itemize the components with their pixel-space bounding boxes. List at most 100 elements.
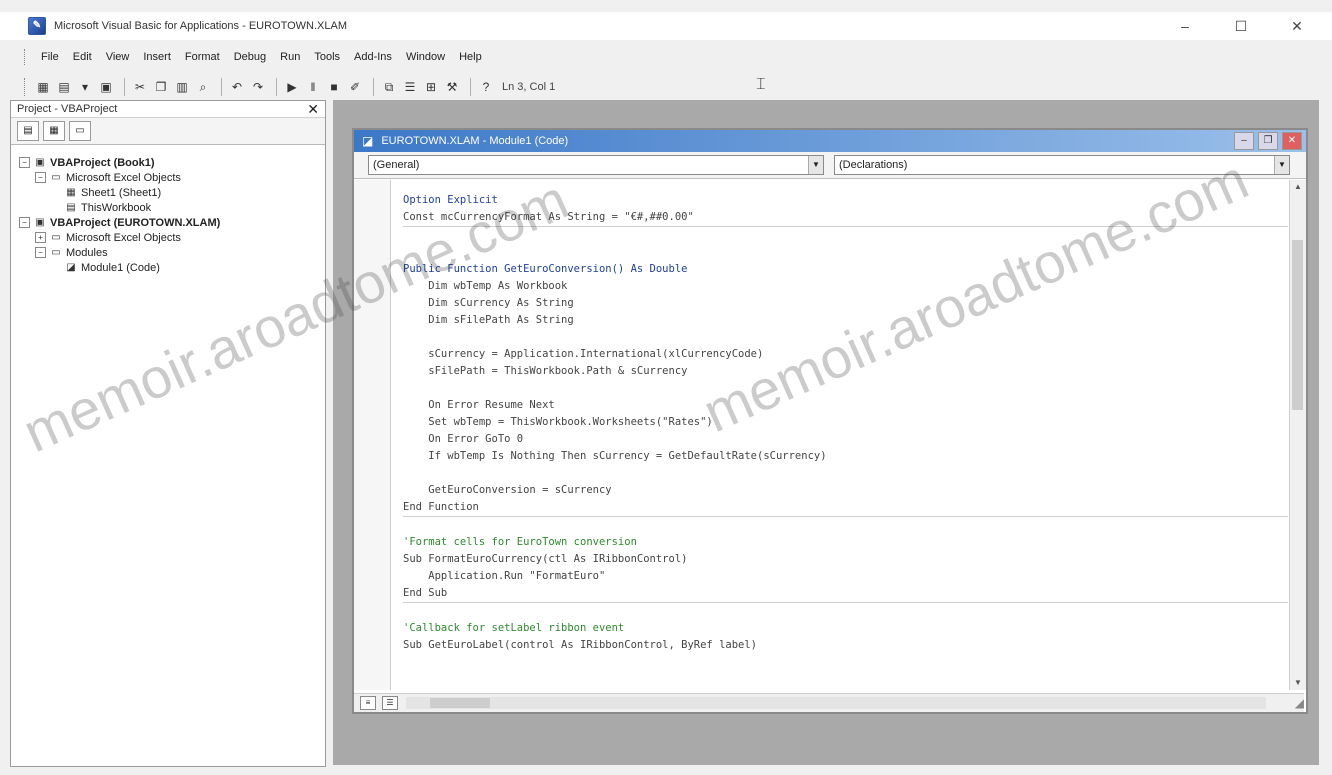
view-object-button[interactable]: ▦ (43, 121, 65, 141)
properties-icon[interactable]: ☰ (401, 78, 419, 96)
scroll-down-icon[interactable]: ▼ (1290, 676, 1306, 690)
size-grip-icon[interactable]: ◢ (1295, 696, 1304, 710)
code-minimize-button[interactable]: – (1234, 132, 1254, 150)
tree-node-vbaproject-book1[interactable]: − ▣ VBAProject (Book1) (19, 155, 325, 170)
toolbox-icon[interactable]: ⚒ (443, 78, 461, 96)
chevron-down-icon[interactable]: ▼ (1274, 156, 1289, 174)
tree-node-thisworkbook[interactable]: ▤ ThisWorkbook (19, 200, 325, 215)
code-line[interactable] (403, 380, 1288, 397)
view-code-button[interactable]: ▤ (17, 121, 39, 141)
close-button[interactable]: ✕ (1284, 16, 1310, 36)
code-line[interactable]: sCurrency = Application.International(xl… (403, 346, 1288, 363)
code-line[interactable]: Sub FormatEuroCurrency(ctl As IRibbonCon… (403, 551, 1288, 568)
code-line[interactable]: Const mcCurrencyFormat As String = "€#,#… (403, 209, 1288, 227)
project-explorer-icon[interactable]: ⧉ (380, 78, 398, 96)
code-line[interactable]: Dim sFilePath As String (403, 312, 1288, 329)
code-line[interactable] (403, 329, 1288, 346)
procedure-dropdown[interactable]: (Declarations) ▼ (834, 155, 1290, 175)
tree-node-excel-objects[interactable]: − ▭ Microsoft Excel Objects (19, 170, 325, 185)
menu-window[interactable]: Window (399, 51, 452, 63)
undo-icon[interactable]: ↶ (228, 78, 246, 96)
code-line[interactable]: sFilePath = ThisWorkbook.Path & sCurrenc… (403, 363, 1288, 380)
menu-view[interactable]: View (99, 51, 137, 63)
run-icon[interactable]: ▶ (283, 78, 301, 96)
tree-node-module1[interactable]: ◪ Module1 (Code) (19, 260, 325, 275)
tree-node-vbaproject-eurotown[interactable]: − ▣ VBAProject (EUROTOWN.XLAM) (19, 215, 325, 230)
object-dropdown[interactable]: (General) ▼ (368, 155, 824, 175)
menu-file[interactable]: File (34, 51, 66, 63)
menu-format[interactable]: Format (178, 51, 227, 63)
reset-icon[interactable]: ■ (325, 78, 343, 96)
menu-help[interactable]: Help (452, 51, 489, 63)
menu-edit[interactable]: Edit (66, 51, 99, 63)
toggle-folders-button[interactable]: ▭ (69, 121, 91, 141)
chevron-down-icon[interactable]: ▼ (808, 156, 823, 174)
collapse-icon[interactable]: − (19, 217, 30, 228)
collapse-icon[interactable]: − (35, 172, 46, 183)
code-line[interactable] (403, 227, 1288, 244)
code-line[interactable]: Dim wbTemp As Workbook (403, 278, 1288, 295)
dropdown-arrow-icon[interactable]: ▾ (76, 78, 94, 96)
code-line[interactable] (403, 517, 1288, 534)
procedure-view-button[interactable]: ≡ (360, 696, 376, 710)
expand-icon[interactable]: + (35, 232, 46, 243)
horizontal-scrollbar[interactable] (406, 697, 1266, 709)
hscroll-thumb[interactable] (430, 698, 490, 708)
paste-icon[interactable]: ▥ (173, 78, 191, 96)
design-mode-icon[interactable]: ✐ (346, 78, 364, 96)
code-line[interactable]: End Function (403, 499, 1288, 517)
tree-node-sheet1[interactable]: ▦ Sheet1 (Sheet1) (19, 185, 325, 200)
code-line[interactable]: GetEuroConversion = sCurrency (403, 482, 1288, 499)
code-line[interactable]: Public Function GetEuroConversion() As D… (403, 261, 1288, 278)
code-line[interactable]: On Error Resume Next (403, 397, 1288, 414)
scroll-thumb[interactable] (1292, 240, 1303, 410)
menu-debug[interactable]: Debug (227, 51, 273, 63)
tree-node-modules[interactable]: − ▭ Modules (19, 245, 325, 260)
insert-module-icon[interactable]: ▤ (55, 78, 73, 96)
code-line[interactable]: Set wbTemp = ThisWorkbook.Worksheets("Ra… (403, 414, 1288, 431)
code-line[interactable]: If wbTemp Is Nothing Then sCurrency = Ge… (403, 448, 1288, 465)
code-editor[interactable]: Option Explicit Const mcCurrencyFormat As… (354, 180, 1288, 690)
tree-node-excel-objects-2[interactable]: + ▭ Microsoft Excel Objects (19, 230, 325, 245)
code-line[interactable]: 'Format cells for EuroTown conversion (403, 534, 1288, 551)
redo-icon[interactable]: ↷ (249, 78, 267, 96)
help-icon[interactable]: ? (477, 78, 495, 96)
menu-add-ins[interactable]: Add-Ins (347, 51, 399, 63)
menu-run[interactable]: Run (273, 51, 307, 63)
vertical-scrollbar[interactable]: ▲ ▼ (1289, 180, 1306, 690)
code-line[interactable] (403, 465, 1288, 482)
menu-insert[interactable]: Insert (136, 51, 178, 63)
collapse-icon[interactable]: − (35, 247, 46, 258)
code-line[interactable]: 'Callback for setLabel ribbon event (403, 620, 1288, 637)
scroll-up-icon[interactable]: ▲ (1290, 180, 1306, 194)
object-browser-icon[interactable]: ⊞ (422, 78, 440, 96)
toolbar-grip[interactable] (24, 78, 28, 96)
break-icon[interactable]: ‖ (304, 78, 322, 96)
menubar-grip[interactable] (24, 49, 28, 65)
code-line[interactable] (403, 244, 1288, 261)
code-line[interactable]: Application.Run "FormatEuro" (403, 568, 1288, 585)
full-module-view-button[interactable]: ☰ (382, 696, 398, 710)
cut-icon[interactable]: ✂ (131, 78, 149, 96)
code-close-button[interactable]: ✕ (1282, 132, 1302, 150)
view-excel-icon[interactable]: ▦ (34, 78, 52, 96)
project-explorer-title-bar[interactable]: Project - VBAProject ✕ (11, 101, 325, 118)
collapse-icon[interactable]: − (19, 157, 30, 168)
menu-tools[interactable]: Tools (307, 51, 347, 63)
code-line[interactable]: Dim sCurrency As String (403, 295, 1288, 312)
copy-icon[interactable]: ❐ (152, 78, 170, 96)
save-icon[interactable]: ▣ (97, 78, 115, 96)
code-line[interactable] (403, 603, 1288, 620)
code-line[interactable]: End Sub (403, 585, 1288, 603)
maximize-button[interactable]: ☐ (1228, 16, 1254, 36)
margin-indicator-bar[interactable] (354, 180, 391, 690)
code-text-area[interactable]: Option Explicit Const mcCurrencyFormat As… (391, 180, 1288, 690)
minimize-button[interactable]: – (1172, 16, 1198, 36)
code-line[interactable]: On Error GoTo 0 (403, 431, 1288, 448)
code-window-title-bar[interactable]: ◪ EUROTOWN.XLAM - Module1 (Code) – ❐ ✕ (354, 130, 1306, 152)
code-restore-button[interactable]: ❐ (1258, 132, 1278, 150)
code-line[interactable]: Sub GetEuroLabel(control As IRibbonContr… (403, 637, 1288, 654)
find-icon[interactable]: ⌕ (194, 78, 212, 96)
close-icon[interactable]: ✕ (307, 101, 319, 118)
code-line[interactable]: Option Explicit (403, 192, 1288, 209)
